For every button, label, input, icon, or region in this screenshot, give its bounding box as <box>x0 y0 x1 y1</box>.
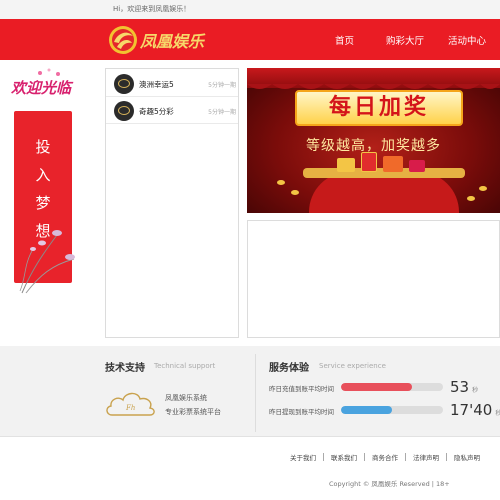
welcome-graphic: 欢迎光临 <box>8 67 80 103</box>
header: 凤凰娱乐 首页 购彩大厅 活动中心 <box>0 19 500 60</box>
service-title: 服务体验 <box>269 363 309 374</box>
withdraw-time-label: 昨日提现到账平均时间 <box>269 408 334 416</box>
support-subtitle: Technical support <box>154 362 216 370</box>
footer-link-privacy[interactable]: 隐私声明 <box>454 452 480 462</box>
greeting-text: Hi，欢迎来到凤凰娱乐！ <box>113 5 191 13</box>
copyright-text: Copyright © 凤凰娱乐 Reserved | 18+ <box>329 480 450 488</box>
lottery-item[interactable]: 澳洲幸运5 5分钟一期 <box>106 71 238 97</box>
panel-char: 入 <box>35 166 51 184</box>
withdraw-value-number: 17'40 <box>450 401 493 419</box>
coin-icon <box>277 180 285 185</box>
welcome-text: 欢迎光临 <box>11 79 72 97</box>
link-separator <box>364 453 365 461</box>
gift-box-icon <box>409 160 425 172</box>
banner-title: 每日加奖 <box>328 95 429 120</box>
footer-link-contact[interactable]: 联系我们 <box>331 452 357 462</box>
footer-links: 关于我们 联系我们 商务合作 法律声明 隐私声明 <box>290 452 480 462</box>
cloud-logo-icon: Fh <box>106 392 155 416</box>
support-line: 凤凰娱乐系统 <box>165 394 207 402</box>
lottery-name: 澳洲幸运5 <box>139 80 174 89</box>
logo[interactable]: 凤凰娱乐 <box>108 25 204 55</box>
recharge-time-value: 53 秒 <box>450 378 478 396</box>
svg-text:Fh: Fh <box>125 404 135 412</box>
gift-box-icon <box>383 156 403 172</box>
coin-icon <box>479 186 487 191</box>
footer-divider <box>0 436 500 437</box>
info-section <box>0 346 500 436</box>
nav-activity-center[interactable]: 活动中心 <box>448 33 486 47</box>
lottery-frequency: 5分钟一期 <box>208 82 236 89</box>
footer-link-legal[interactable]: 法律声明 <box>413 452 439 462</box>
link-separator <box>323 453 324 461</box>
nav-home[interactable]: 首页 <box>335 33 354 47</box>
coin-icon <box>467 196 475 201</box>
coin-icon <box>291 190 299 195</box>
support-title: 技术支持 <box>105 363 145 374</box>
lottery-list: 澳洲幸运5 5分钟一期 奇趣5分彩 5分钟一期 <box>105 68 239 338</box>
content-panel <box>247 220 500 338</box>
top-bar: Hi，欢迎来到凤凰娱乐！ <box>0 0 500 19</box>
nav-lottery-hall[interactable]: 购彩大厅 <box>386 33 424 47</box>
support-line: 专业彩票系统平台 <box>165 408 221 416</box>
lottery-logo-icon <box>114 74 134 94</box>
lottery-item[interactable]: 奇趣5分彩 5分钟一期 <box>106 98 238 124</box>
panel-char: 投 <box>35 138 51 156</box>
footer-link-business[interactable]: 商务合作 <box>372 452 398 462</box>
recharge-progress-bar <box>341 383 443 391</box>
lottery-frequency: 5分钟一期 <box>208 109 236 116</box>
footer-link-about[interactable]: 关于我们 <box>290 452 316 462</box>
withdraw-value-unit: 秒 <box>495 410 500 417</box>
recharge-progress-fill <box>341 383 413 391</box>
withdraw-progress-fill <box>341 406 392 414</box>
section-divider <box>255 354 256 432</box>
promo-banner[interactable]: 每日加奖 等级越高，加奖越多 <box>247 68 500 213</box>
service-subtitle: Service experience <box>319 362 386 370</box>
link-separator <box>446 453 447 461</box>
recharge-value-number: 53 <box>450 378 470 396</box>
banner-title-box: 每日加奖 <box>295 90 463 126</box>
withdraw-progress-bar <box>341 406 443 414</box>
money-bag-icon <box>309 172 459 213</box>
lottery-name: 奇趣5分彩 <box>139 107 174 116</box>
gift-box-icon <box>337 158 355 172</box>
gift-box-icon <box>361 152 377 172</box>
recharge-time-label: 昨日充值到账平均时间 <box>269 385 334 393</box>
panel-char: 梦 <box>35 194 51 212</box>
brand-name: 凤凰娱乐 <box>140 32 205 51</box>
recharge-value-unit: 秒 <box>472 387 479 394</box>
link-separator <box>405 453 406 461</box>
withdraw-time-value: 17'40 秒 <box>450 401 500 419</box>
phoenix-logo-icon <box>109 26 137 54</box>
orchid-decoration-icon <box>19 230 75 294</box>
lottery-logo-icon <box>114 101 134 121</box>
